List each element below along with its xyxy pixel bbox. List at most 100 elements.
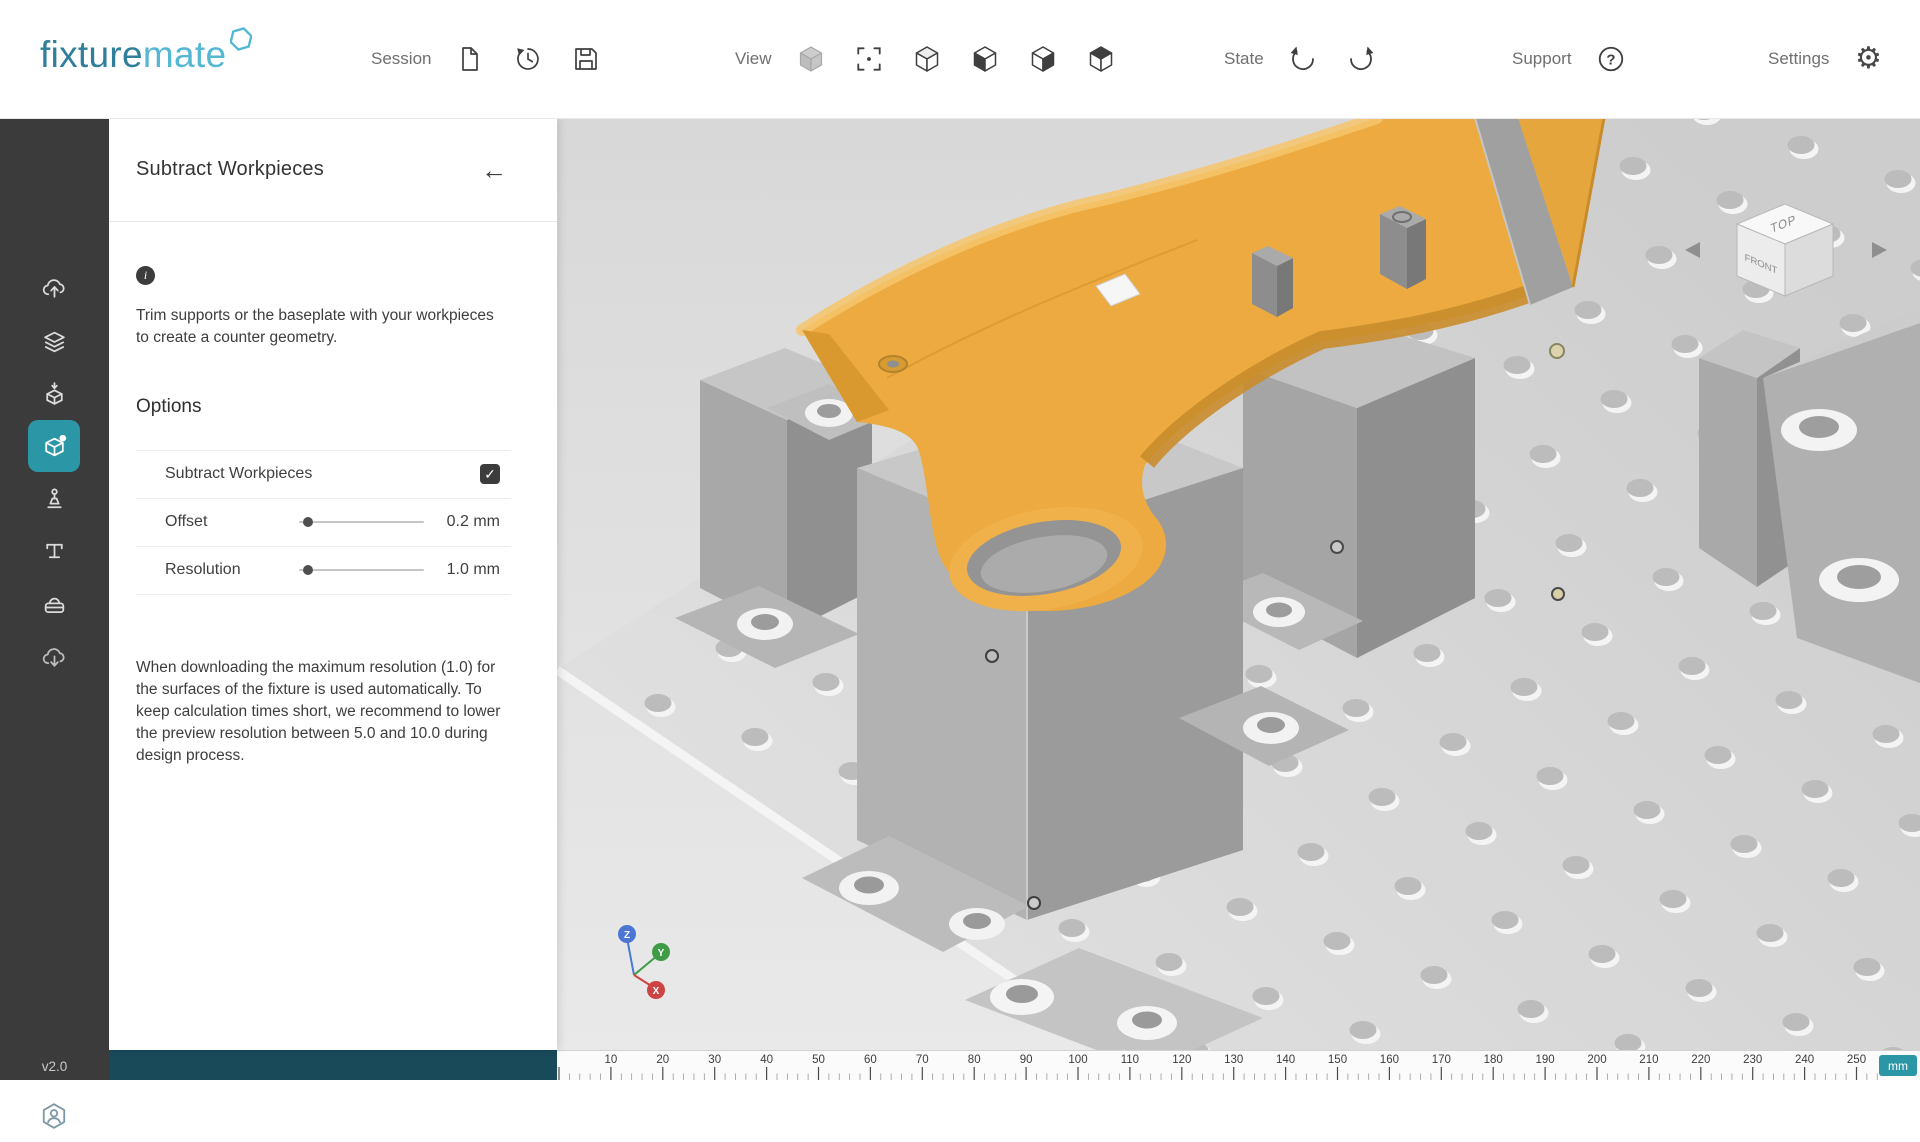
help-icon: ? bbox=[1596, 44, 1626, 74]
panel-description: Trim supports or the baseplate with your… bbox=[136, 305, 511, 350]
support-label: Support bbox=[1512, 49, 1572, 69]
app-root: fixturemate Session View bbox=[0, 0, 1920, 1080]
resolution-slider-handle[interactable] bbox=[303, 565, 313, 575]
view-label: View bbox=[735, 49, 772, 69]
sidebar-item-import-part[interactable] bbox=[28, 368, 80, 420]
resolution-slider-track bbox=[299, 569, 424, 571]
offset-slider-track bbox=[299, 521, 424, 523]
help-button[interactable]: ? bbox=[1592, 40, 1630, 78]
resolution-slider bbox=[299, 564, 424, 576]
session-group: Session bbox=[371, 0, 605, 118]
undo-button[interactable] bbox=[1284, 40, 1322, 78]
history-button[interactable] bbox=[509, 40, 547, 78]
file-icon bbox=[456, 45, 484, 73]
iso-cube-icon bbox=[912, 44, 942, 74]
new-session-button[interactable] bbox=[451, 40, 489, 78]
account-hexagon-icon bbox=[40, 1102, 68, 1130]
svg-text:210: 210 bbox=[1639, 1054, 1658, 1066]
svg-text:100: 100 bbox=[1068, 1054, 1087, 1066]
svg-text:90: 90 bbox=[1020, 1054, 1033, 1066]
save-button[interactable] bbox=[567, 40, 605, 78]
sidebar-item-clamps[interactable] bbox=[28, 525, 80, 577]
logo-text-secondary: mate bbox=[143, 34, 226, 75]
subtract-workpieces-checkbox[interactable]: ✓ bbox=[480, 464, 500, 484]
panel-body: i Trim supports or the baseplate with yo… bbox=[109, 222, 557, 767]
fit-view-icon bbox=[854, 44, 884, 74]
panel-title: Subtract Workpieces bbox=[136, 158, 324, 181]
svg-text:40: 40 bbox=[760, 1054, 773, 1066]
undo-icon bbox=[1289, 45, 1317, 73]
info-icon: i bbox=[136, 266, 155, 285]
logo-text-primary: fixture bbox=[40, 34, 143, 75]
viewport: TOP FRONT Z Y X bbox=[557, 118, 1920, 1050]
cloud-download-icon bbox=[41, 645, 68, 672]
svg-text:200: 200 bbox=[1587, 1054, 1606, 1066]
svg-text:180: 180 bbox=[1484, 1054, 1503, 1066]
resolution-label: Resolution bbox=[165, 561, 241, 579]
redo-button[interactable] bbox=[1342, 40, 1380, 78]
subtract-workpieces-row: Subtract Workpieces ✓ bbox=[136, 451, 511, 499]
options-panel: Subtract Workpieces ← i Trim supports or… bbox=[109, 118, 557, 1050]
view-group: View bbox=[735, 0, 1120, 118]
svg-text:110: 110 bbox=[1121, 1054, 1139, 1066]
shaded-cube-icon bbox=[796, 44, 826, 74]
history-icon bbox=[514, 45, 542, 73]
view-isometric-button[interactable] bbox=[908, 40, 946, 78]
sidebar-item-upload[interactable] bbox=[28, 262, 80, 314]
sidebar-item-subtract-workpieces[interactable] bbox=[28, 420, 80, 472]
sidebar: v2.0 bbox=[0, 118, 109, 1080]
offset-row: Offset 0.2 mm bbox=[136, 499, 511, 547]
gear-icon: ⚙ bbox=[1855, 44, 1882, 74]
cloud-upload-icon bbox=[41, 275, 68, 302]
app-logo: fixturemate bbox=[40, 34, 226, 76]
svg-text:120: 120 bbox=[1172, 1054, 1191, 1066]
sidebar-item-workpieces[interactable] bbox=[28, 316, 80, 368]
side-cube-icon bbox=[1028, 44, 1058, 74]
resolution-note: When downloading the maximum resolution … bbox=[136, 657, 511, 767]
settings-group: Settings ⚙ bbox=[1768, 0, 1887, 118]
settings-label: Settings bbox=[1768, 49, 1829, 69]
tray-icon bbox=[41, 594, 68, 621]
view-front-button[interactable] bbox=[966, 40, 1004, 78]
sidebar-item-download[interactable] bbox=[28, 632, 80, 684]
svg-text:250: 250 bbox=[1847, 1054, 1866, 1066]
state-group: State bbox=[1224, 0, 1380, 118]
svg-text:20: 20 bbox=[656, 1054, 669, 1066]
svg-text:?: ? bbox=[1606, 51, 1615, 68]
svg-text:50: 50 bbox=[812, 1054, 825, 1066]
sidebar-item-account[interactable] bbox=[28, 1090, 80, 1142]
svg-text:150: 150 bbox=[1328, 1054, 1347, 1066]
header: fixturemate Session View bbox=[0, 0, 1920, 119]
fit-view-button[interactable] bbox=[850, 40, 888, 78]
workpiece-box-icon bbox=[41, 433, 68, 460]
sidebar-item-baseplate[interactable] bbox=[28, 581, 80, 633]
settings-button[interactable]: ⚙ bbox=[1849, 40, 1887, 78]
sidebar-item-supports[interactable] bbox=[28, 473, 80, 525]
svg-text:80: 80 bbox=[968, 1054, 981, 1066]
view-shaded-button[interactable] bbox=[792, 40, 830, 78]
save-icon bbox=[572, 45, 600, 73]
back-button[interactable]: ← bbox=[481, 157, 507, 183]
clamp-icon bbox=[41, 538, 68, 565]
axis-x-label: X bbox=[653, 986, 660, 997]
check-icon: ✓ bbox=[484, 466, 496, 483]
offset-label: Offset bbox=[165, 513, 207, 531]
svg-text:130: 130 bbox=[1224, 1054, 1243, 1066]
offset-slider bbox=[299, 516, 424, 528]
ruler: 1020304050607080901001101201301401501601… bbox=[557, 1050, 1920, 1080]
ruler-ticks: 1020304050607080901001101201301401501601… bbox=[559, 1054, 1877, 1080]
svg-text:160: 160 bbox=[1380, 1054, 1399, 1066]
svg-text:170: 170 bbox=[1432, 1054, 1451, 1066]
axis-z-label: Z bbox=[624, 930, 630, 941]
offset-slider-handle[interactable] bbox=[303, 517, 313, 527]
view-top-button[interactable] bbox=[1082, 40, 1120, 78]
view-side-button[interactable] bbox=[1024, 40, 1062, 78]
svg-text:30: 30 bbox=[708, 1054, 721, 1066]
offset-value: 0.2 mm bbox=[442, 513, 500, 531]
axis-y-label: Y bbox=[658, 948, 665, 959]
svg-text:240: 240 bbox=[1795, 1054, 1814, 1066]
svg-text:230: 230 bbox=[1743, 1054, 1762, 1066]
box-arrow-down-icon bbox=[41, 381, 68, 408]
3d-viewport-canvas[interactable]: TOP FRONT Z Y X bbox=[557, 118, 1920, 1050]
options-rows: Subtract Workpieces ✓ Offset 0.2 mm Reso… bbox=[136, 450, 511, 595]
